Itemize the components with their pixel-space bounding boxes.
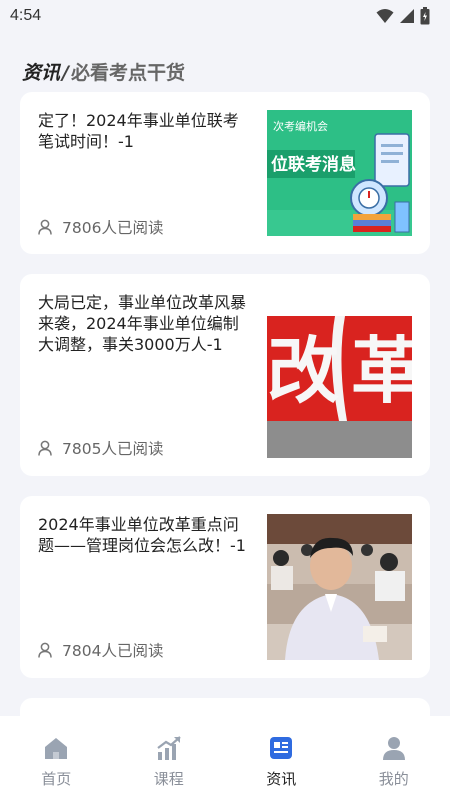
article-thumbnail[interactable]: 次考编机会 位联考消息 [267,110,412,236]
bottom-nav: 首页 课程 资讯 我的 [0,716,450,800]
article-thumbnail[interactable] [267,514,412,660]
profile-icon [382,737,405,760]
thumb-char-1: 改 [267,328,339,413]
nav-label: 我的 [378,770,409,788]
thumb-char-2: 革 [351,328,412,413]
user-icon [38,219,52,235]
thumb-text-main: 位联考消息 [271,154,356,175]
reform-image: 改 革 [267,292,412,458]
article-meta: 7804人已阅读 [38,639,163,661]
chart-icon [157,736,181,760]
read-count: 7805人已阅读 [62,440,164,458]
exam-news-image: 次考编机会 位联考消息 [267,110,412,236]
status-bar: 4:54 [0,0,450,32]
article-meta: 7805人已阅读 [38,437,163,459]
nav-item-course[interactable]: 课程 [129,734,209,789]
article-card[interactable]: 2024年事业单位改革重点问题——管理岗位会怎么改！-1 7804人已阅读 [20,496,430,678]
news-icon [270,737,293,759]
article-card[interactable]: 大局已定，事业单位改革风暴来袭，2024年事业单位编制大调整，事关3000万人-… [20,274,430,476]
article-card[interactable]: 定了！2024年事业单位联考笔试时间！-1 7806人已阅读 次考编机会 位联考… [20,92,430,254]
wifi-icon [376,9,394,23]
user-icon [38,642,52,658]
nav-label: 资讯 [266,770,297,788]
status-time: 4:54 [10,7,42,24]
status-icons [376,7,430,25]
nav-label: 课程 [153,770,184,788]
thumb-text-top: 次考编机会 [273,119,328,133]
article-title: 2024年事业单位改革重点问题——管理岗位会怎么改！-1 [38,515,246,555]
read-count: 7804人已阅读 [62,642,164,660]
section-title: 资讯 / 必看考点干货 [22,58,185,86]
section-subtitle: 必看考点干货 [70,62,185,84]
read-count: 7806人已阅读 [62,219,164,237]
article-title: 大局已定，事业单位改革风暴来袭，2024年事业单位编制大调整，事关3000万人-… [38,293,247,354]
nav-label: 首页 [41,770,72,788]
signal-icon [400,9,414,23]
section-title-separator: / [62,62,69,84]
meeting-photo [267,514,412,660]
section-title-main: 资讯 [22,62,61,84]
article-title: 定了！2024年事业单位联考笔试时间！-1 [38,111,239,151]
nav-item-home[interactable]: 首页 [16,734,96,789]
nav-item-news[interactable]: 资讯 [241,734,321,789]
nav-item-profile[interactable]: 我的 [354,734,434,789]
battery-icon [420,7,430,25]
user-icon [38,440,52,456]
article-thumbnail[interactable]: 改 革 [267,292,412,458]
article-meta: 7806人已阅读 [38,216,163,238]
home-icon [45,738,68,759]
